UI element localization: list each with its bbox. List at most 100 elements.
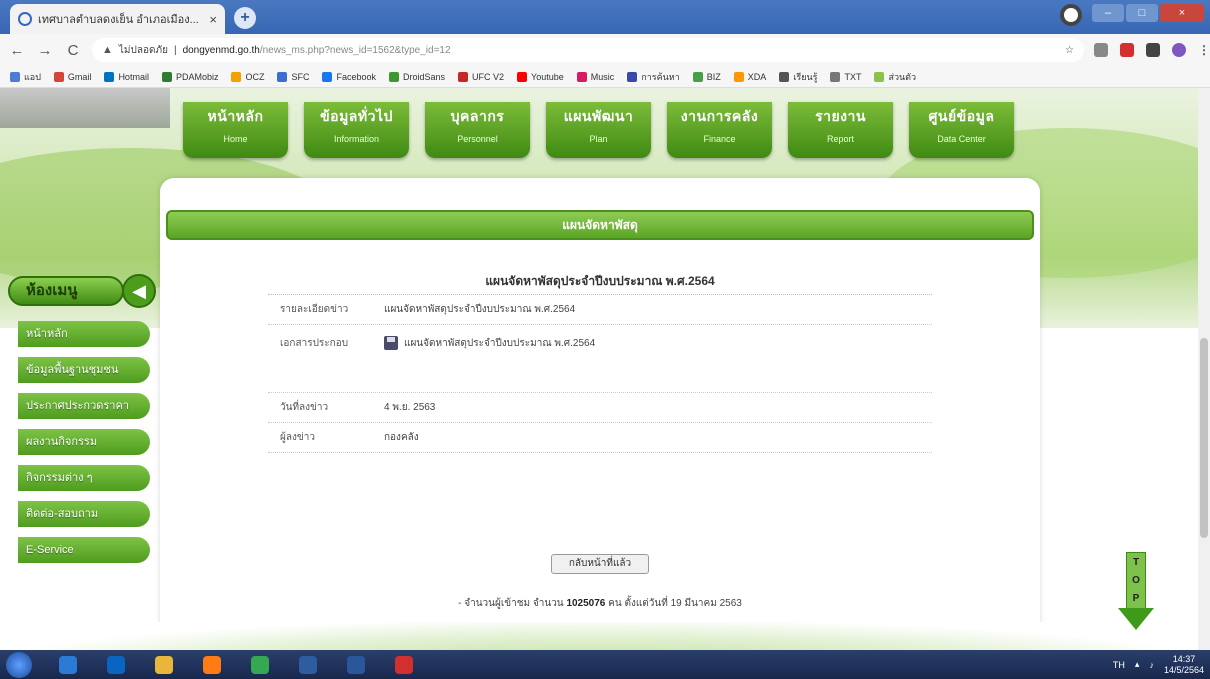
bookmark-item[interactable]: การค้นหา [627, 70, 680, 84]
outlook-taskbar-icon[interactable] [94, 652, 138, 678]
bookmark-icon [10, 71, 20, 82]
explorer-taskbar-icon[interactable] [142, 652, 186, 678]
puzzle-icon[interactable] [1146, 43, 1160, 57]
building-image [0, 88, 170, 128]
network-icon[interactable]: ▴ [1135, 659, 1140, 670]
star-icon[interactable]: ☆ [1065, 45, 1074, 56]
sidebar-item[interactable]: ผลงานกิจกรรม [18, 429, 150, 455]
row-value: กองคลัง [384, 432, 419, 443]
nav-label-th: แผนพัฒนา [563, 108, 634, 124]
nav-label-th: บุคลากร [450, 108, 505, 124]
sidebar-item[interactable]: กิจกรรมต่าง ๆ [18, 465, 150, 491]
bookmark-item[interactable]: แอป [10, 70, 41, 84]
row-label: ผู้ลงข่าว [280, 432, 315, 443]
nav-item-plan[interactable]: แผนพัฒนา Plan [546, 102, 651, 158]
bookmark-item[interactable]: UFC V2 [458, 71, 504, 82]
bookmark-item[interactable]: Music [576, 71, 614, 82]
browser-tab[interactable]: เทศบาลตำบลดงเย็น อำเภอเมือง... × [10, 4, 225, 34]
bookmark-icon [161, 71, 172, 82]
nav-label-th: ข้อมูลทั่วไป [320, 108, 393, 124]
forward-icon[interactable]: → [36, 42, 54, 59]
nav-item-data-center[interactable]: ศูนย์ข้อมูล Data Center [909, 102, 1014, 158]
bookmark-icon [779, 71, 790, 82]
bookmark-icon [830, 71, 841, 82]
bookmark-item[interactable]: Youtube [517, 71, 564, 82]
photoshop-taskbar-icon[interactable] [286, 652, 330, 678]
bookmark-item[interactable]: OCZ [231, 71, 265, 82]
bookmark-item[interactable]: TXT [830, 71, 862, 82]
nav-item-finance[interactable]: งานการคลัง Finance [667, 102, 772, 158]
bookmark-label: การค้นหา [641, 71, 680, 82]
nav-item-personnel[interactable]: บุคลากร Personnel [425, 102, 530, 158]
account-icon[interactable] [1060, 4, 1082, 26]
bookmark-icon [389, 71, 399, 82]
ie-taskbar-icon[interactable] [46, 652, 90, 678]
address-bar[interactable]: ▲ ไม่ปลอดภัย | dongyenmd.go.th/news_ms.p… [92, 38, 1084, 62]
arrow-left-icon[interactable]: ◀ [122, 274, 156, 308]
page-scrollbar[interactable] [1198, 88, 1210, 650]
row-label: เอกสารประกอบ [280, 337, 349, 349]
bookmark-label: TXT [844, 71, 862, 82]
sidebar-header: ห้องเมนู ◀ [8, 274, 156, 308]
bookmark-item[interactable]: เรียนรู้ [779, 70, 817, 84]
nav-label-th: ศูนย์ข้อมูล [928, 108, 995, 124]
sidebar-item[interactable]: E-Service [18, 537, 150, 563]
pdf-extension-icon[interactable] [1120, 43, 1134, 57]
sidebar-item[interactable]: หน้าหลัก [18, 321, 150, 347]
back-icon[interactable]: ← [8, 42, 26, 59]
bookmark-label: OCZ [245, 71, 265, 82]
nav-label-th: รายงาน [815, 108, 866, 124]
attachment-link[interactable]: แผนจัดหาพัสดุประจำปีงบประมาณ พ.ศ.2564 [404, 336, 595, 351]
nav-item-home[interactable]: หน้าหลัก Home [183, 102, 288, 158]
main-content: แผนจัดหาพัสดุ แผนจัดหาพัสดุประจำปีงบประม… [160, 178, 1040, 650]
bookmark-item[interactable]: Hotmail [104, 71, 149, 82]
new-tab-button[interactable]: + [234, 7, 256, 29]
start-button-icon[interactable] [6, 651, 32, 678]
back-button[interactable]: กลับหน้าที่แล้ว [551, 554, 649, 574]
minimize-button[interactable]: – [1092, 4, 1124, 22]
language-indicator[interactable]: TH [1113, 660, 1125, 670]
acrobat-taskbar-icon[interactable] [382, 652, 426, 678]
bookmarks-bar: แอป Gmail Hotmail PDAMobiz OCZ SFC Facebook Dro… [0, 66, 1210, 88]
nav-item-report[interactable]: รายงาน Report [788, 102, 893, 158]
volume-icon[interactable]: ♪ [1149, 660, 1154, 670]
warning-icon[interactable]: ▲ [102, 44, 113, 56]
bookmark-icon [733, 71, 744, 82]
bookmark-item[interactable]: SFC [277, 71, 309, 82]
sidebar-item[interactable]: ติดต่อ-สอบถาม [18, 501, 150, 527]
word-taskbar-icon[interactable] [334, 652, 378, 678]
bookmark-item[interactable]: ส่วนตัว [874, 70, 916, 84]
bookmark-label: เรียนรู้ [793, 71, 818, 82]
nav-label-en: Home [223, 134, 248, 144]
bookmark-item[interactable]: PDAMobiz [161, 71, 219, 82]
arrow-down-icon [1118, 608, 1154, 630]
tab-close-icon[interactable]: × [209, 12, 217, 27]
profile-icon[interactable] [1172, 43, 1186, 57]
reload-icon[interactable]: C [64, 42, 82, 59]
bookmark-item[interactable]: Facebook [322, 71, 376, 82]
top-label: T O P [1126, 552, 1146, 610]
nav-label-en: Personnel [457, 134, 498, 144]
menu-icon[interactable]: ⋮ [1198, 43, 1210, 57]
bookmark-item[interactable]: Gmail [53, 71, 91, 82]
firefox-taskbar-icon[interactable] [190, 652, 234, 678]
floppy-disk-icon[interactable] [384, 336, 398, 350]
back-to-top-button[interactable]: T O P [1118, 552, 1154, 630]
bookmark-label: DroidSans [403, 71, 446, 82]
clock[interactable]: 14:37 14/5/2564 [1164, 654, 1204, 676]
maximize-button[interactable]: □ [1126, 4, 1158, 22]
row-label: วันที่ลงข่าว [280, 402, 329, 413]
bookmark-item[interactable]: XDA [733, 71, 766, 82]
browser-toolbar: ← → C ▲ ไม่ปลอดภัย | dongyenmd.go.th/new… [0, 34, 1210, 66]
extension-icon[interactable] [1094, 43, 1108, 57]
bookmark-item[interactable]: BIZ [692, 71, 721, 82]
bookmark-label: PDAMobiz [175, 71, 219, 82]
sidebar-item[interactable]: ประกาศประกวดราคา [18, 393, 150, 419]
close-window-button[interactable]: × [1160, 4, 1204, 22]
chrome-taskbar-icon[interactable] [238, 652, 282, 678]
bookmark-icon [576, 71, 587, 82]
sidebar-item[interactable]: ข้อมูลพื้นฐานชุมชน [18, 357, 150, 383]
bookmark-item[interactable]: DroidSans [389, 71, 446, 82]
web-page: หน้าหลัก Home ข้อมูลทั่วไป Information บุคลา… [0, 88, 1198, 650]
nav-item-information[interactable]: ข้อมูลทั่วไป Information [304, 102, 409, 158]
